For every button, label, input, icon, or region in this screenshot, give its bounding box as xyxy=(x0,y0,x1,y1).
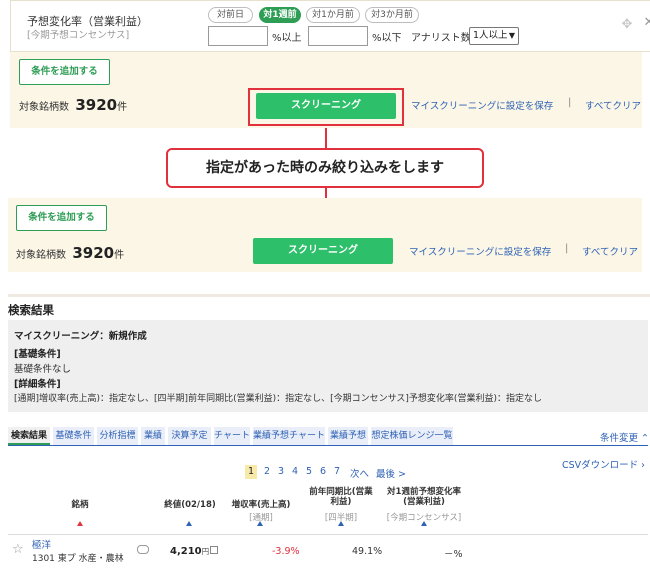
period-pill-3month[interactable]: 対3か月前 xyxy=(365,7,419,23)
sort-triangle-icon[interactable] xyxy=(421,521,427,526)
page-1[interactable]: 1 xyxy=(245,465,257,479)
page-5[interactable]: 5 xyxy=(306,466,312,477)
analyst-label: アナリスト数 xyxy=(411,33,471,44)
connector-line xyxy=(325,128,327,148)
summary-name: マイスクリーニング：新規作成 xyxy=(14,331,147,342)
tab-basic[interactable]: 基礎条件 xyxy=(53,427,94,445)
analyst-select-value: 1人以上 xyxy=(473,30,508,41)
tab-chart[interactable]: チャート xyxy=(214,427,250,445)
summary-detail-text: [通期]増収率(売上高)：指定なし、[四半期]前年同期比(営業利益)：指定なし、… xyxy=(14,394,542,404)
stock-price: 4,210円 xyxy=(170,546,209,557)
analyst-select[interactable]: 1人以上 ▼ xyxy=(469,27,519,45)
annotation-callout: 指定があった時のみ絞り込みをします xyxy=(166,148,484,188)
close-icon[interactable]: ✕ xyxy=(643,16,650,30)
col-price-header[interactable]: 終値(02/18) xyxy=(160,500,220,510)
col-yoy-header[interactable]: 前年同期比(営業利益) xyxy=(306,487,376,507)
condition-row: 予想変化率（営業利益） [今期予想コンセンサス] 対前日 対1週前 対1か月前 … xyxy=(10,0,650,52)
move-icon[interactable]: ✥ xyxy=(620,18,634,32)
tab-earnings-schedule[interactable]: 決算予定 xyxy=(168,427,211,445)
screening-button-2[interactable]: スクリーニング xyxy=(253,238,393,264)
add-condition-button[interactable]: 条件を追加する xyxy=(19,59,110,85)
clear-all-link-2[interactable]: すべてクリア xyxy=(582,244,638,258)
tabs-underline xyxy=(8,445,648,446)
summary-detail-header: [詳細条件] xyxy=(14,379,61,390)
target-count-unit-2: 件 xyxy=(114,250,125,261)
chevron-down-icon: ▼ xyxy=(508,31,515,40)
col-name-header[interactable]: 銘柄 xyxy=(60,500,100,510)
change-value: －% xyxy=(444,549,463,560)
period-pill-day[interactable]: 対前日 xyxy=(208,7,253,23)
page-6[interactable]: 6 xyxy=(320,466,326,477)
condition-change-link[interactable]: 条件変更 ⌃ xyxy=(600,430,649,444)
clear-all-link[interactable]: すべてクリア xyxy=(585,98,641,112)
growth-value: -3.9% xyxy=(272,546,300,557)
page-4[interactable]: 4 xyxy=(292,466,298,477)
yoy-value: 49.1% xyxy=(352,546,383,557)
add-condition-button-2[interactable]: 条件を追加する xyxy=(16,205,107,231)
summary-basic-header: [基礎条件] xyxy=(14,349,61,360)
chart-icon[interactable] xyxy=(210,546,218,554)
max-input[interactable] xyxy=(308,26,368,46)
col-growth-header[interactable]: 増収率(売上高) xyxy=(228,500,294,510)
sort-triangle-icon[interactable] xyxy=(257,521,263,526)
results-summary: マイスクリーニング：新規作成 [基礎条件] 基礎条件なし [詳細条件] [通期]… xyxy=(8,320,648,412)
target-count-value: 3920 xyxy=(75,96,118,114)
tab-price-range[interactable]: 想定株価レンジ一覧 xyxy=(371,427,453,445)
sort-triangle-icon[interactable] xyxy=(186,521,192,526)
csv-download-link[interactable]: CSVダウンロード › xyxy=(562,457,645,471)
page-7[interactable]: 7 xyxy=(334,466,340,477)
col-change-header[interactable]: 対1週前予想変化率(営業利益) xyxy=(386,487,462,507)
target-count-2: 対象銘柄数 3920件 xyxy=(16,244,124,262)
sort-triangle-icon[interactable] xyxy=(338,521,344,526)
target-count-label-2: 対象銘柄数 xyxy=(16,250,66,261)
summary-basic-text: 基礎条件なし xyxy=(14,364,72,375)
target-count-label: 対象銘柄数 xyxy=(19,102,69,113)
section-divider xyxy=(8,294,650,297)
target-count: 対象銘柄数 3920件 xyxy=(19,96,127,114)
stock-info: 1301 東プ 水産・農林 xyxy=(32,554,124,564)
highlight-box xyxy=(248,88,404,126)
min-unit: %以上 xyxy=(272,33,302,44)
tab-analysis[interactable]: 分析指標 xyxy=(97,427,138,445)
last-page-link[interactable]: 最後 > xyxy=(376,466,406,480)
tab-forecast-chart[interactable]: 業績予想チャート xyxy=(253,427,325,445)
tab-performance[interactable]: 業績 xyxy=(141,427,165,445)
condition-sublabel: [今期予想コンセンサス] xyxy=(27,30,130,41)
tab-forecast[interactable]: 業績予想 xyxy=(328,427,368,445)
results-title: 検索結果 xyxy=(8,303,54,317)
target-count-value-2: 3920 xyxy=(72,244,115,262)
min-input[interactable] xyxy=(208,26,268,46)
save-screening-link[interactable]: マイスクリーニングに設定を保存 xyxy=(411,98,553,112)
link-separator-2: | xyxy=(565,243,569,254)
next-page-link[interactable]: 次へ xyxy=(350,466,369,480)
sort-triangle-icon[interactable] xyxy=(77,521,83,526)
stock-name-link[interactable]: 極洋 xyxy=(32,537,51,551)
target-count-unit: 件 xyxy=(117,102,128,113)
stock-price-unit: 円 xyxy=(201,547,210,556)
chat-icon[interactable] xyxy=(137,545,149,554)
stock-price-value: 4,210 xyxy=(170,546,202,557)
page-2[interactable]: 2 xyxy=(264,466,270,477)
period-pill-week[interactable]: 対1週前 xyxy=(259,7,301,23)
max-unit: %以下 xyxy=(372,33,402,44)
tab-results[interactable]: 検索結果 xyxy=(8,427,50,445)
link-separator: | xyxy=(568,97,572,108)
page-3[interactable]: 3 xyxy=(278,466,284,477)
period-pill-month[interactable]: 対1か月前 xyxy=(306,7,360,23)
save-screening-link-2[interactable]: マイスクリーニングに設定を保存 xyxy=(409,244,551,258)
star-icon[interactable]: ☆ xyxy=(12,542,24,557)
